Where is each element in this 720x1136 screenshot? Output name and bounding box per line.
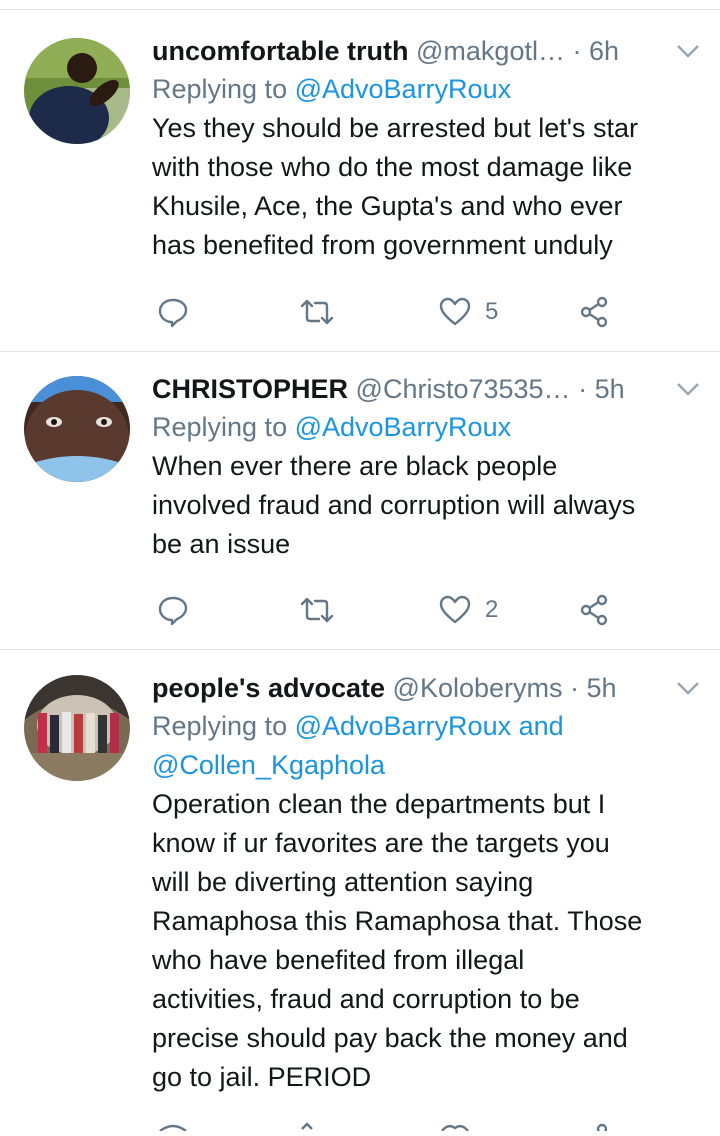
mention-link[interactable]: @AdvoBarryRoux and — [295, 711, 564, 741]
tweet-header: people's advocate @Koloberyms · 5h — [152, 669, 699, 707]
text-line: Yes they should be arrested but let's st… — [152, 113, 638, 143]
mention-link[interactable]: @AdvoBarryRoux — [295, 412, 512, 442]
tweet-header: uncomfortable truth @makgotl… · 6h — [152, 32, 699, 70]
display-name[interactable]: uncomfortable truth — [152, 36, 409, 66]
text-line: precise should pay back the money and — [152, 1023, 628, 1053]
reply-context: Replying to @AdvoBarryRoux — [152, 408, 697, 447]
reply-button[interactable] — [157, 292, 189, 332]
tweet-actions-partial — [0, 1118, 720, 1135]
user-handle[interactable]: @Koloberyms — [393, 673, 563, 703]
avatar[interactable] — [24, 376, 130, 482]
reply-icon — [157, 594, 189, 626]
text-line: with those who do the most damage like — [152, 152, 633, 182]
share-icon — [579, 296, 611, 328]
retweet-button[interactable] — [299, 292, 335, 332]
separator-dot: · — [572, 36, 582, 66]
mention-link[interactable]: @Collen_Kgaphola — [152, 746, 697, 785]
text-line: be an issue — [152, 529, 291, 559]
tweet-header: CHRISTOPHER @Christo73535… · 5h — [152, 370, 699, 408]
share-icon — [579, 594, 611, 626]
tweet-actions: 5 — [0, 292, 720, 332]
tweet-divider — [0, 351, 720, 352]
share-button[interactable] — [579, 292, 611, 332]
tweet-text: Yes they should be arrested but let's st… — [152, 109, 697, 265]
timestamp[interactable]: 5h — [587, 673, 617, 703]
reply-button[interactable] — [157, 590, 189, 630]
reply-context: Replying to @AdvoBarryRoux — [152, 70, 697, 109]
reply-icon — [157, 296, 189, 328]
text-line: When ever there are black people — [152, 451, 558, 481]
tweet-text: Operation clean the departments but I kn… — [152, 785, 697, 1097]
timestamp[interactable]: 5h — [595, 374, 625, 404]
retweet-button[interactable] — [299, 590, 335, 630]
text-line: Ramaphosa this Ramaphosa that. Those — [152, 906, 643, 936]
like-count: 2 — [485, 596, 499, 623]
timestamp[interactable]: 6h — [589, 36, 619, 66]
replying-to-label: Replying to — [152, 412, 295, 442]
retweet-icon — [299, 296, 335, 328]
text-line: know if ur favorites are the targets you — [152, 828, 610, 858]
display-name[interactable]: people's advocate — [152, 673, 385, 703]
tweet-divider — [0, 649, 720, 650]
text-line: activities, fraud and corruption to be — [152, 984, 580, 1014]
reply-context: Replying to @AdvoBarryRoux and @Collen_K… — [152, 707, 697, 785]
chevron-down-icon[interactable] — [673, 370, 703, 408]
text-line: Khusile, Ace, the Gupta's and who ever — [152, 191, 623, 221]
replying-to-label: Replying to — [152, 74, 295, 104]
avatar[interactable] — [24, 38, 130, 144]
mention-link[interactable]: @AdvoBarryRoux — [295, 74, 512, 104]
user-handle[interactable]: @makgotl… — [416, 36, 565, 66]
retweet-icon — [299, 594, 335, 626]
text-line: has benefited from government unduly — [152, 230, 613, 260]
like-icon — [439, 594, 471, 626]
chevron-down-icon[interactable] — [673, 669, 703, 707]
replying-to-label: Replying to — [152, 711, 295, 741]
text-line: Operation clean the departments but I — [152, 789, 606, 819]
like-button[interactable]: 2 — [439, 590, 498, 630]
display-name[interactable]: CHRISTOPHER — [152, 374, 348, 404]
chevron-down-icon[interactable] — [673, 32, 703, 70]
text-line: will be diverting attention saying — [152, 867, 534, 897]
text-line: involved fraud and corruption will alway… — [152, 490, 636, 520]
like-count: 5 — [485, 298, 499, 325]
text-line: go to jail. PERIOD — [152, 1062, 372, 1092]
separator-dot: · — [570, 673, 580, 703]
tweet-text: When ever there are black people involve… — [152, 447, 697, 564]
text-line: who have benefited from illegal — [152, 945, 525, 975]
top-divider — [0, 9, 720, 10]
user-handle[interactable]: @Christo73535… — [356, 374, 571, 404]
like-icon — [439, 296, 471, 328]
separator-dot: · — [578, 374, 588, 404]
tweet-actions: 2 — [0, 590, 720, 630]
avatar[interactable] — [24, 675, 130, 781]
share-button[interactable] — [579, 590, 611, 630]
like-button[interactable]: 5 — [439, 292, 498, 332]
